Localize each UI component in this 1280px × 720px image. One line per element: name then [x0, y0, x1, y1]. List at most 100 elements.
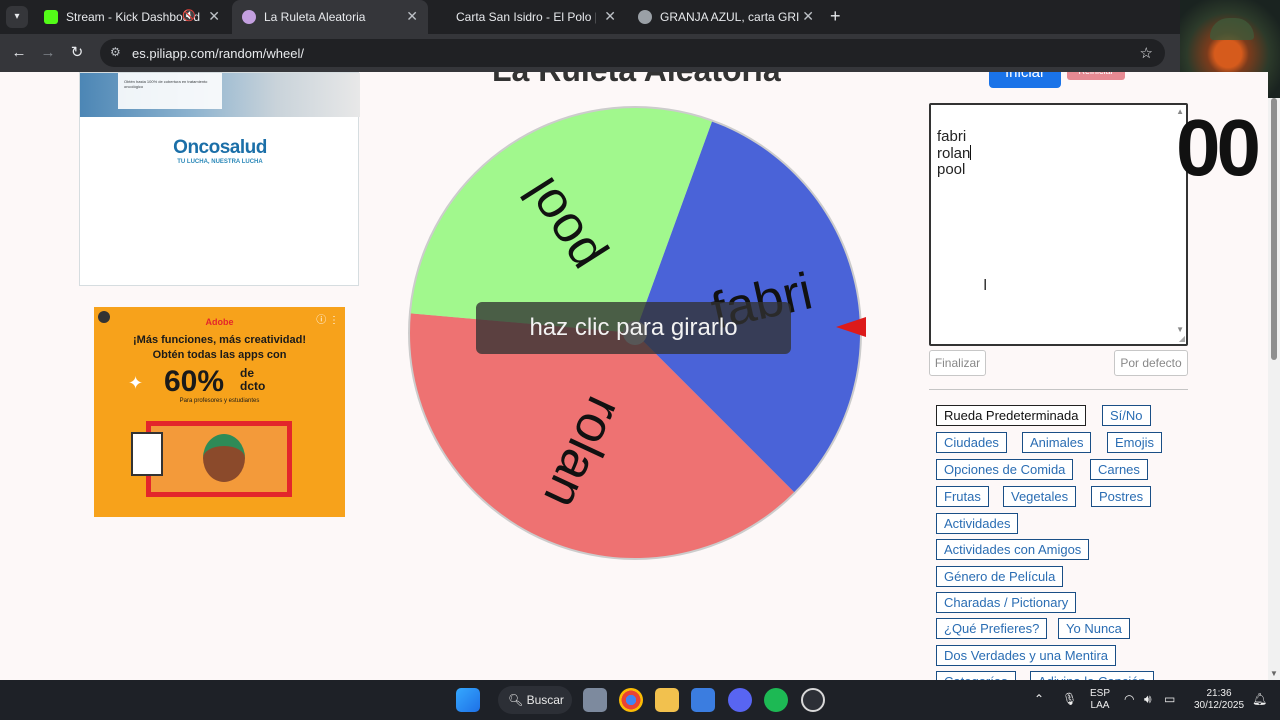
preset-button[interactable]: Ciudades [936, 432, 1007, 453]
close-tab-icon[interactable]: ✕ [208, 8, 220, 25]
text-cursor-icon: I [983, 277, 988, 294]
ad-audience: Para profesores y estudiantes [179, 398, 260, 404]
ad-percent: 60% [164, 365, 225, 398]
tab-granja-azul[interactable]: GRANJA AZUL, carta GRILL pág ✕ [628, 0, 824, 34]
ad-oncosalud[interactable]: Obtén hasta 100% de cobertura en tratami… [79, 72, 360, 286]
task-view-icon[interactable] [583, 688, 607, 712]
language-indicator[interactable]: ESP LAA [1088, 688, 1112, 712]
address-bar[interactable]: ⚙ es.piliapp.com/random/wheel/ ☆ [100, 39, 1165, 67]
divider [929, 389, 1188, 390]
page-scrollbar[interactable]: ▼ [1268, 98, 1280, 680]
spotify-icon[interactable] [764, 688, 788, 712]
windows-taskbar: 🔍︎ Buscar ⌃ 🎙︎ ESP LAA ◠ 🔊︎ ▭ 21:36 30/12/… [0, 680, 1280, 720]
scroll-down-icon[interactable]: ▼ [1176, 325, 1184, 334]
tab-strip: ▾ Stream - Kick Dashboard 🔇 ✕ La Ruleta … [0, 0, 1180, 34]
close-tab-icon[interactable]: ✕ [604, 8, 616, 25]
sparkle-icon: ✦ [128, 373, 144, 393]
chrome-icon[interactable] [619, 688, 643, 712]
obs-icon[interactable] [801, 688, 825, 712]
forward-icon[interactable]: → [37, 42, 59, 64]
close-tab-icon[interactable]: ✕ [406, 8, 418, 25]
new-tab-icon[interactable]: + [830, 6, 841, 27]
wheel-pointer [836, 317, 866, 337]
microphone-icon[interactable]: 🎙︎ [1062, 693, 1077, 705]
scrollbar-thumb[interactable] [1271, 98, 1277, 360]
preset-button[interactable]: Frutas [936, 486, 989, 507]
browser-toolbar: ← → ↻ ⚙ es.piliapp.com/random/wheel/ ☆ [0, 34, 1180, 72]
spin-counter: 00 [1176, 103, 1261, 192]
ad-card-text: Obtén hasta 100% de cobertura en tratami… [118, 73, 222, 109]
notification-icon[interactable]: 🔔︎ [1252, 693, 1267, 705]
url-text[interactable]: es.piliapp.com/random/wheel/ [132, 46, 304, 61]
ad-illustration-panel [131, 432, 163, 476]
reload-icon[interactable]: ↻ [66, 42, 88, 64]
globe-icon [638, 10, 652, 24]
bookmark-star-icon[interactable]: ☆ [1140, 44, 1153, 62]
preset-button[interactable]: ¿Qué Prefieres? [936, 618, 1048, 639]
preset-button[interactable]: Rueda Predeterminada [936, 405, 1087, 426]
wifi-icon[interactable]: ◠ [1124, 693, 1134, 705]
windows-start-icon[interactable] [456, 688, 480, 712]
preset-button[interactable]: Género de Película [936, 566, 1064, 587]
discord-icon[interactable] [728, 688, 752, 712]
finish-button[interactable]: Finalizar [929, 350, 986, 376]
names-textarea[interactable]: fabri rolan pool ▲ ▼ ◢ [929, 103, 1188, 346]
resize-grip-icon[interactable]: ◢ [1179, 334, 1185, 343]
microsoft-store-icon[interactable] [691, 688, 715, 712]
default-button[interactable]: Por defecto [1114, 350, 1188, 376]
tab-carta-san-isidro[interactable]: Carta San Isidro - El Polo | Granja ✕ [430, 0, 626, 34]
preset-button[interactable]: Sí/No [1102, 405, 1151, 426]
site-info-icon[interactable]: ⚙ [110, 45, 121, 59]
tab-search-button[interactable]: ▾ [6, 6, 28, 28]
preset-button[interactable]: Animales [1022, 432, 1092, 453]
page-content: Obtén hasta 100% de cobertura en tratami… [0, 72, 1268, 680]
ad-photo: Obtén hasta 100% de cobertura en tratami… [80, 73, 360, 117]
preset-button[interactable]: Postres [1091, 486, 1152, 507]
text-caret [970, 145, 972, 160]
ad-discount-label: de dcto [240, 366, 266, 393]
preset-button[interactable]: Dos Verdades y una Mentira [936, 645, 1117, 666]
preset-button[interactable]: Charadas / Pictionary [936, 592, 1077, 613]
tab-title: Carta San Isidro - El Polo | Granja [456, 10, 596, 24]
scroll-down-arrow[interactable]: ▼ [1270, 669, 1278, 678]
preset-button[interactable]: Yo Nunca [1058, 618, 1130, 639]
preset-button[interactable]: Actividades [936, 513, 1019, 534]
volume-icon[interactable]: 🔊︎ [1144, 693, 1152, 705]
name-entry: fabri [937, 128, 967, 145]
ad-illustration [131, 421, 292, 497]
back-icon[interactable]: ← [8, 42, 30, 64]
preset-button[interactable]: Adivina la Canción [1030, 671, 1154, 680]
ad-illustration-character [203, 434, 245, 482]
preset-button[interactable]: Carnes [1090, 459, 1148, 480]
adobe-logo: Adobe [205, 317, 234, 327]
close-tab-icon[interactable]: ✕ [802, 8, 814, 25]
kick-icon [44, 10, 58, 24]
name-entry: pool [937, 161, 966, 178]
tab-ruleta-aleatoria[interactable]: La Ruleta Aleatoria ✕ [232, 0, 428, 34]
preset-button[interactable]: Vegetales [1003, 486, 1077, 507]
reset-button[interactable]: Reiniciar [1067, 72, 1125, 80]
preset-button[interactable]: Opciones de Comida [936, 459, 1074, 480]
clock[interactable]: 21:36 30/12/2025 [1190, 688, 1248, 712]
piliapp-icon [242, 10, 256, 24]
preset-button[interactable]: Actividades con Amigos [936, 539, 1090, 560]
tray-overflow-icon[interactable]: ⌃ [1034, 693, 1044, 705]
tab-kick-dashboard[interactable]: Stream - Kick Dashboard 🔇 ✕ [34, 0, 230, 34]
preset-button[interactable]: Emojis [1107, 432, 1163, 453]
tab-title: GRANJA AZUL, carta GRILL pág [660, 10, 800, 24]
battery-icon[interactable]: ▭ [1164, 693, 1175, 705]
oncosalud-tagline: TU LUCHA, NUESTRA LUCHA [177, 159, 263, 165]
start-button[interactable]: Iniciar [989, 72, 1061, 88]
ad-subheadline: Obtén todas las apps con [152, 349, 287, 361]
oncosalud-logo: Oncosalud [173, 137, 267, 158]
preset-button[interactable]: Categorías [936, 671, 1016, 680]
spin-hint[interactable]: haz clic para girarlo [476, 302, 791, 354]
taskbar-search-label: Buscar [526, 693, 564, 707]
muted-icon[interactable]: 🔇 [182, 9, 196, 22]
ad-headline: ¡Más funciones, más creatividad! [133, 334, 306, 346]
page-title: La Ruleta Aleatoria [492, 72, 781, 89]
ad-adobe[interactable]: ⓘ ⋮ Adobe ¡Más funciones, más creativida… [94, 307, 345, 517]
tab-title: La Ruleta Aleatoria [264, 10, 366, 24]
taskbar-search[interactable]: 🔍︎ Buscar [498, 686, 572, 714]
file-explorer-icon[interactable] [655, 688, 679, 712]
